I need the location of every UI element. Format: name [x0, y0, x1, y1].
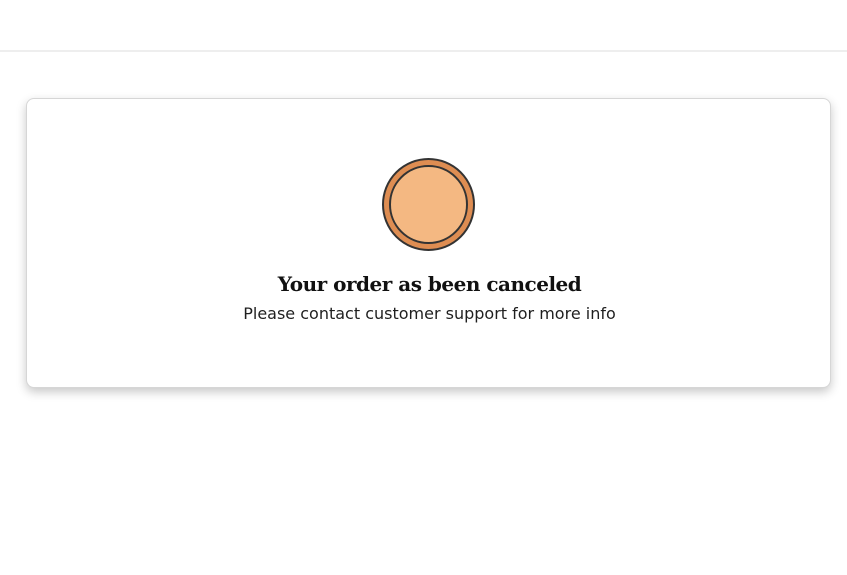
- order-status-card: Your order as been canceled Please conta…: [26, 98, 831, 388]
- top-bar: [0, 0, 847, 52]
- status-circle-inner: [389, 165, 468, 244]
- order-status-message: Please contact customer support for more…: [243, 304, 616, 323]
- status-circle-icon: [382, 158, 475, 251]
- order-status-title: Your order as been canceled: [277, 272, 582, 296]
